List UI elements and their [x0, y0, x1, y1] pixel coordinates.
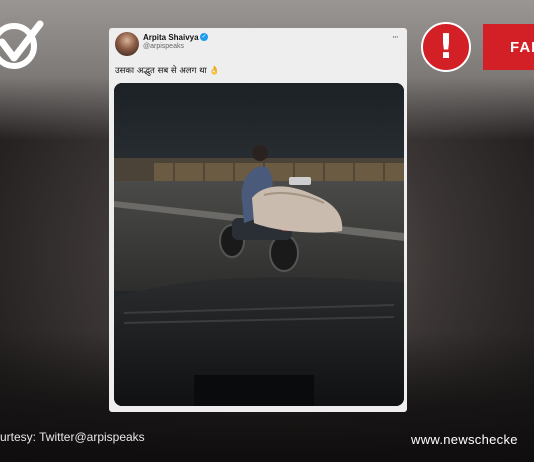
tweet-text: उसका अद्भुत सब से अलग था 👌 [115, 66, 220, 76]
verdict-badge: FAL [483, 24, 534, 70]
tweet-photo-scene [114, 83, 404, 406]
site-url: www.newschecke [411, 432, 518, 447]
author-name[interactable]: Arpita Shaivya [143, 33, 199, 42]
avatar[interactable] [115, 32, 139, 56]
tweet-card[interactable]: Arpita Shaivya ✓ @arpispeaks ··· उसका अद… [109, 28, 407, 412]
alert-icon: ! [421, 22, 471, 72]
author-handle[interactable]: @arpispeaks [143, 43, 184, 50]
newschecker-logo-icon [0, 20, 44, 69]
more-options-icon[interactable]: ··· [392, 33, 399, 43]
tweet-photo[interactable] [114, 83, 404, 406]
verified-icon: ✓ [200, 33, 208, 41]
photo-credit: urtesy: Twitter@arpispeaks [0, 430, 145, 444]
